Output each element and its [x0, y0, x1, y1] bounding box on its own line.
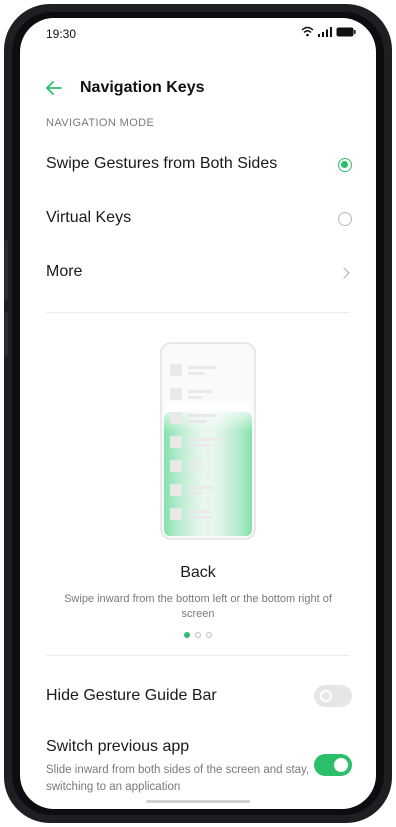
- switch-previous-app-toggle[interactable]: [314, 754, 352, 776]
- option-label: Swipe Gestures from Both Sides: [46, 155, 278, 172]
- switch-previous-app-description: Slide inward from both sides of the scre…: [46, 764, 310, 793]
- divider: [46, 655, 350, 656]
- option-virtual-keys[interactable]: Virtual Keys: [20, 192, 376, 246]
- signal-icon: [318, 26, 332, 37]
- back-arrow-icon[interactable]: [44, 78, 64, 98]
- hide-gesture-bar-toggle[interactable]: [314, 685, 352, 707]
- switch-previous-app-label: Switch previous app: [46, 738, 190, 755]
- guide-title: Back: [180, 564, 216, 581]
- gesture-illustration: [160, 342, 256, 540]
- hide-gesture-bar-row[interactable]: Hide Gesture Guide Bar: [20, 670, 376, 724]
- status-bar: 19:30: [20, 18, 376, 48]
- guide-description: Swipe inward from the bottom left or the…: [64, 593, 332, 620]
- phone-screen: 19:30 Navigation Keys NAVIGATION MODE Sw…: [20, 18, 376, 809]
- power-button: [4, 312, 8, 356]
- page-dot[interactable]: [206, 632, 212, 638]
- hide-gesture-bar-label: Hide Gesture Guide Bar: [46, 687, 217, 704]
- option-label: Virtual Keys: [46, 209, 132, 226]
- battery-icon: [336, 27, 356, 36]
- home-indicator: [146, 800, 250, 803]
- chevron-right-icon: [343, 267, 350, 279]
- volume-button: [4, 240, 8, 300]
- wifi-icon: [301, 26, 314, 37]
- status-time: 19:30: [46, 27, 77, 41]
- radio-selected-icon[interactable]: [338, 158, 352, 172]
- option-swipe-gestures[interactable]: Swipe Gestures from Both Sides: [20, 138, 376, 192]
- more-label: More: [46, 263, 83, 280]
- page-indicator: [20, 632, 376, 638]
- status-icons: [301, 26, 356, 37]
- divider: [46, 312, 350, 313]
- section-header-navigation-mode: NAVIGATION MODE: [46, 117, 155, 129]
- more-row[interactable]: More: [20, 246, 376, 300]
- switch-previous-app-row[interactable]: Switch previous app Slide inward from bo…: [20, 732, 376, 802]
- page-dot[interactable]: [195, 632, 201, 638]
- app-bar: Navigation Keys: [20, 74, 376, 104]
- radio-unselected-icon[interactable]: [338, 212, 352, 226]
- page-title: Navigation Keys: [80, 79, 205, 96]
- page-dot-active[interactable]: [184, 632, 190, 638]
